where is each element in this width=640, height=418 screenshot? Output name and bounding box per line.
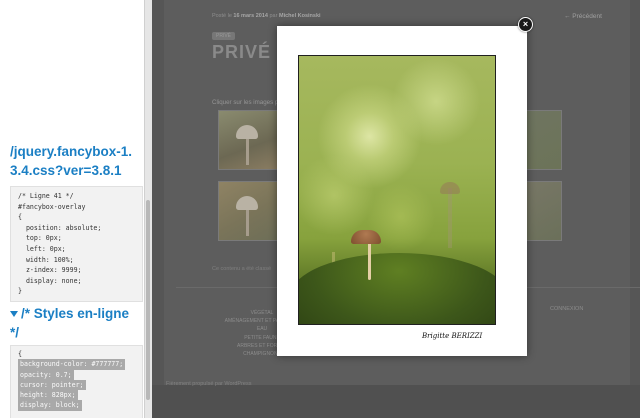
inline-styles-block: { background-color: #777777; opacity: 0.… (10, 345, 143, 418)
meta-prefix: Posté le (212, 13, 232, 19)
inline-styles-heading: /* Styles en-ligne */ (10, 306, 130, 340)
post-date[interactable]: 16 mars 2014 (233, 13, 268, 19)
devtools-panel: /jquery.fancybox-1.3.4.css?ver=3.8.1 /* … (0, 0, 152, 418)
mushroom-stem (246, 208, 249, 236)
post-footer-text: Ce contenu a été classé (212, 266, 272, 272)
powered-by-link[interactable]: Fièrement propulsé par WordPress (166, 381, 252, 387)
photo-signature: Brigitte BERIZZI (422, 332, 483, 340)
category-badge[interactable]: PRIVÉ (212, 32, 236, 40)
mushroom-stem (368, 239, 371, 280)
css-line: top: 0px; (18, 234, 62, 243)
mushroom-cap (236, 196, 258, 210)
css-property[interactable]: background-color: #777777; (18, 359, 126, 370)
post-meta: Posté le 16 mars 2014 par Michel Kosinsk… (212, 13, 321, 19)
mushroom-stem (246, 137, 249, 165)
intro-text: Cliquer sur les images p (212, 99, 279, 106)
css-line: } (18, 287, 22, 296)
close-icon[interactable]: × (518, 17, 533, 32)
login-link[interactable]: CONNEXION (550, 306, 583, 312)
css-property[interactable]: height: 828px; (18, 390, 78, 401)
css-rule-block: /* Ligne 41 */ #fancybox-overlay { posit… (10, 186, 143, 302)
moss (299, 253, 495, 324)
css-line: display: none; (18, 276, 82, 285)
page-title: PRIVÉ : (212, 42, 285, 62)
css-line: z-index: 9999; (18, 266, 82, 275)
blurred-mushroom-stem (448, 188, 452, 248)
stylesheet-link[interactable]: /jquery.fancybox-1.3.4.css?ver=3.8.1 (10, 142, 140, 180)
triangle-down-icon (10, 311, 18, 318)
css-property[interactable]: display: block; (18, 400, 82, 411)
css-line: /* Ligne 41 */ (18, 192, 74, 200)
css-line: left: 0px; (18, 244, 66, 253)
css-line: { (18, 213, 22, 222)
css-line: width: 100%; (18, 255, 74, 264)
css-line: position: absolute; (18, 223, 102, 232)
lightbox-photo[interactable] (298, 55, 496, 325)
mushroom-cap (351, 230, 381, 244)
css-line: #fancybox-overlay (18, 202, 86, 211)
gallery-thumbnail[interactable] (218, 110, 280, 170)
site-footer (152, 385, 640, 418)
css-property[interactable]: cursor: pointer; (18, 379, 86, 391)
lightbox-frame: Brigitte BERIZZI (277, 26, 527, 356)
blurred-mushroom-cap (440, 182, 460, 194)
mushroom-cap (236, 125, 258, 139)
previous-post-link[interactable]: ← Précédent (564, 13, 602, 20)
css-line: { (18, 350, 22, 358)
devtools-scroll-thumb[interactable] (146, 200, 150, 400)
meta-by: par (269, 13, 278, 19)
post-author[interactable]: Michel Kosinski (279, 13, 321, 19)
gallery-thumbnail[interactable] (218, 181, 280, 241)
inline-styles-toggle[interactable]: /* Styles en-ligne */ (10, 304, 140, 342)
css-property[interactable]: opacity: 0.7; (18, 369, 74, 380)
